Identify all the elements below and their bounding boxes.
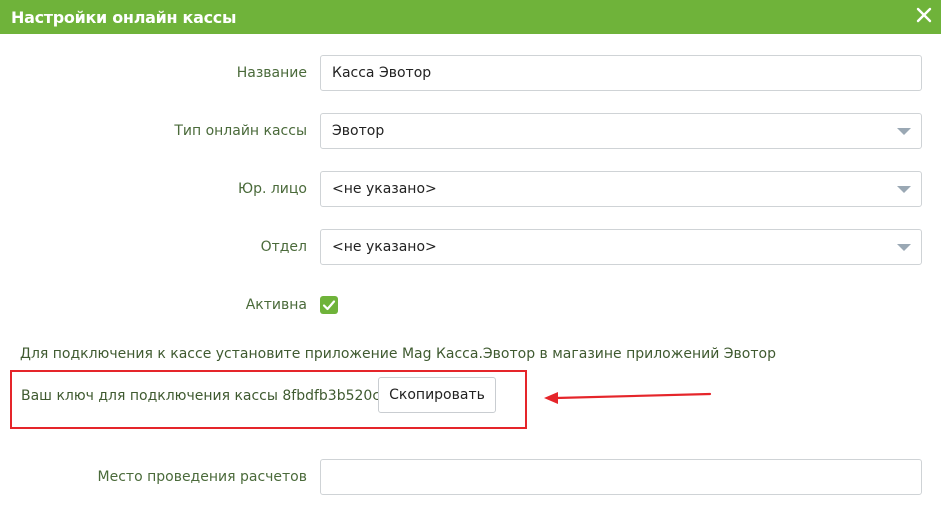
department-select-value: <не указано>	[332, 239, 437, 255]
red-arrow-annotation	[544, 392, 712, 404]
legal-select[interactable]: <не указано>	[320, 171, 922, 207]
type-label: Тип онлайн кассы	[174, 123, 307, 139]
connection-key-box: Ваш ключ для подключения кассы 8fbdfb3b5…	[10, 370, 527, 429]
chevron-down-icon	[897, 244, 911, 251]
place-input[interactable]	[320, 459, 922, 495]
name-input-value: Касса Эвотор	[332, 65, 432, 81]
legal-label: Юр. лицо	[237, 181, 307, 197]
install-info-text: Для подключения к кассе установите прило…	[20, 346, 776, 362]
chevron-down-icon	[897, 186, 911, 193]
connection-key-text: Ваш ключ для подключения кассы 8fbdfb3b5…	[21, 388, 416, 404]
check-icon	[322, 300, 336, 311]
legal-select-value: <не указано>	[332, 181, 437, 197]
type-select[interactable]: Эвотор	[320, 113, 922, 149]
close-icon[interactable]	[915, 6, 933, 24]
active-checkbox[interactable]	[320, 296, 338, 314]
chevron-down-icon	[897, 128, 911, 135]
name-input[interactable]: Касса Эвотор	[320, 55, 922, 91]
place-label: Место проведения расчетов	[97, 469, 307, 485]
name-label: Название	[236, 65, 307, 81]
copy-key-button[interactable]: Скопировать	[378, 377, 496, 413]
dialog-header: Настройки онлайн кассы	[0, 0, 941, 34]
department-label: Отдел	[260, 239, 307, 255]
type-select-value: Эвотор	[332, 123, 385, 139]
active-label: Активна	[245, 297, 307, 313]
dialog-title: Настройки онлайн кассы	[11, 8, 237, 27]
department-select[interactable]: <не указано>	[320, 229, 922, 265]
